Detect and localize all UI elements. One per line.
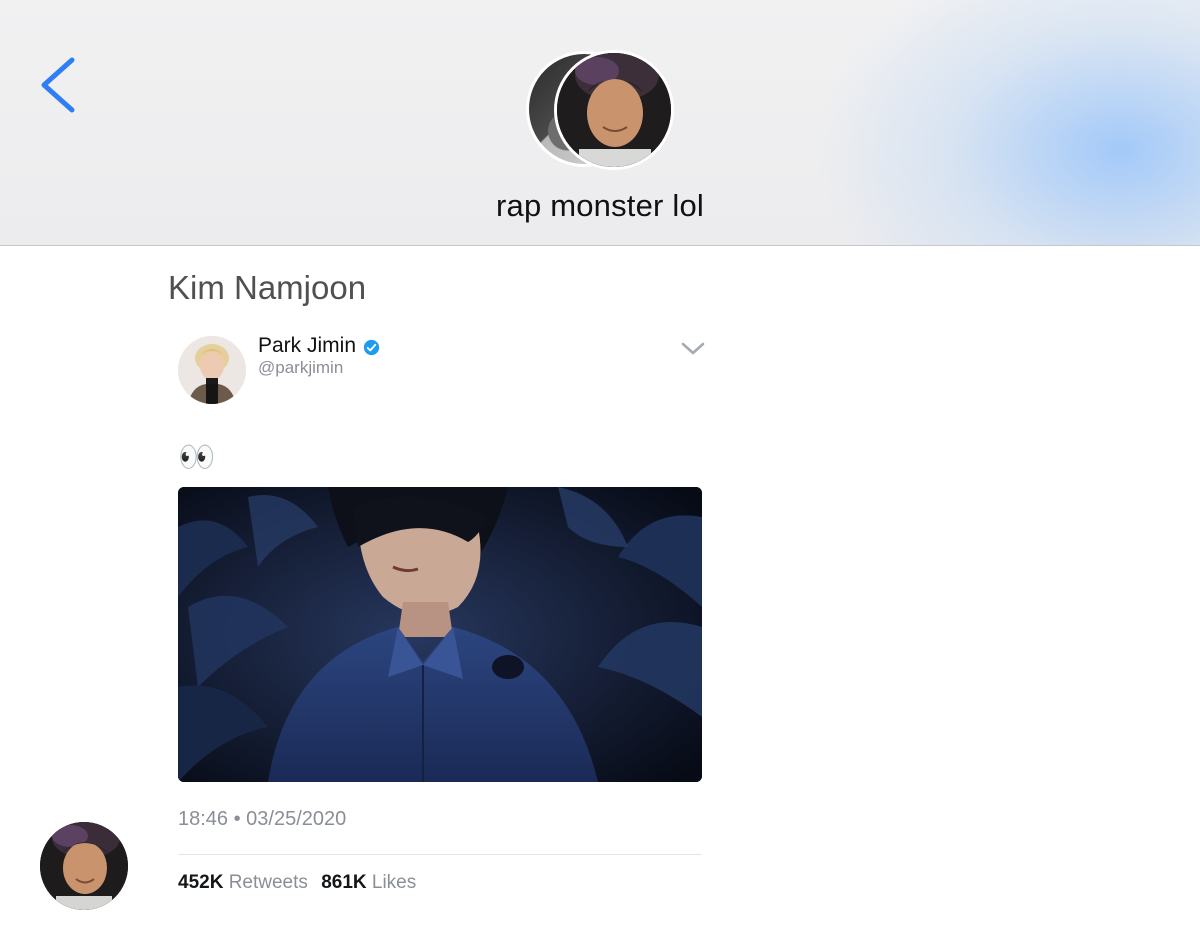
- verified-badge-icon: [363, 339, 380, 356]
- likes-label: Likes: [371, 872, 417, 893]
- group-avatar[interactable]: [526, 50, 676, 170]
- tweet-divider: [178, 854, 702, 855]
- tweet-author-handle[interactable]: @parkjimin: [258, 358, 343, 378]
- tweet-author-name[interactable]: Park Jimin: [258, 334, 356, 358]
- likes-count: 861K: [321, 872, 367, 893]
- tweet-photo[interactable]: [178, 487, 702, 782]
- member-avatar-primary: [554, 50, 674, 170]
- conversation-title[interactable]: rap monster lol: [0, 188, 1200, 224]
- chevron-left-icon: [41, 57, 75, 113]
- retweets-label: Retweets: [228, 872, 308, 893]
- tweet-text: 👀: [178, 440, 216, 475]
- tweet-stats: 452K Retweets 861K Likes: [178, 872, 424, 894]
- retweets-count: 452K: [178, 872, 224, 893]
- tweet-author-avatar[interactable]: [178, 336, 246, 404]
- likes-stat[interactable]: 861K Likes: [321, 872, 416, 893]
- shared-tweet-card[interactable]: Park Jimin @parkjimin 👀 18:46 • 03/25/20…: [168, 320, 713, 910]
- sender-name: Kim Namjoon: [168, 269, 367, 306]
- tweet-timestamp[interactable]: 18:46 • 03/25/2020: [178, 808, 346, 831]
- conversation-header: rap monster lol: [0, 0, 1200, 246]
- retweets-stat[interactable]: 452K Retweets: [178, 872, 308, 893]
- back-button[interactable]: [28, 50, 88, 120]
- chevron-down-icon[interactable]: [678, 337, 708, 359]
- sender-avatar[interactable]: [40, 822, 128, 910]
